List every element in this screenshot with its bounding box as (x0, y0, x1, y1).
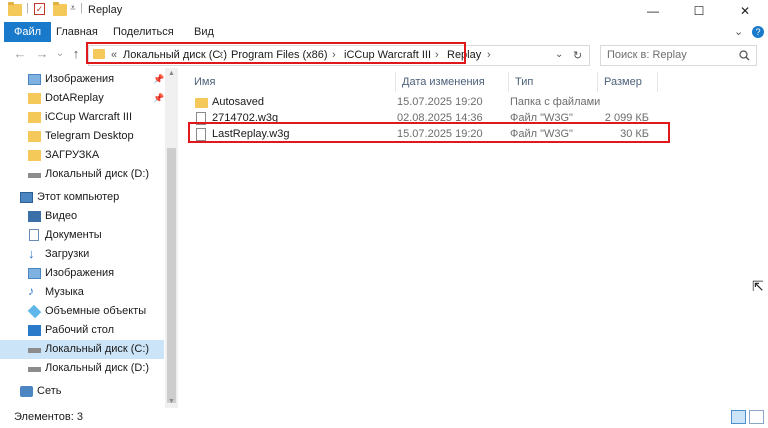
folder-icon (195, 98, 208, 108)
pictures-icon (28, 268, 41, 279)
table-row[interactable]: Autosaved 15.07.2025 19:20 Папка с файла… (190, 94, 655, 111)
column-header-date[interactable]: Дата изменения (396, 72, 509, 92)
scroll-down-icon[interactable]: ▼ (165, 396, 178, 408)
nav-item-documents[interactable]: Документы (0, 226, 164, 245)
file-list: Имя Дата изменения Тип Размер Autosaved … (180, 68, 768, 408)
mouse-cursor-icon: ⇱ (752, 278, 764, 294)
computer-icon (20, 192, 33, 203)
folder-icon (28, 131, 41, 142)
documents-icon (29, 229, 39, 241)
back-button[interactable]: ← (12, 46, 28, 61)
column-header-type[interactable]: Тип (509, 72, 598, 92)
downloads-icon: ↓ (28, 246, 35, 261)
file-type: Папка с файлами (510, 96, 601, 108)
drive-icon (28, 173, 41, 178)
nav-item-downloads[interactable]: ↓ Загрузки (0, 245, 164, 264)
folder-icon (8, 2, 22, 16)
forward-button[interactable]: → (34, 46, 50, 61)
file-name: Autosaved (212, 96, 264, 108)
drive-icon (28, 348, 41, 353)
desktop-icon (28, 325, 41, 336)
tab-view[interactable]: Вид (184, 22, 224, 42)
large-icons-view-icon[interactable] (749, 410, 764, 424)
item-count: Элементов: 3 (14, 411, 83, 423)
nav-item-dotareplay[interactable]: DotAReplay 📌 (0, 89, 164, 108)
separator: | (26, 2, 29, 14)
folder-icon (28, 93, 41, 104)
nav-item-network[interactable]: Сеть (0, 382, 164, 401)
search-icon[interactable] (739, 50, 750, 61)
drive-icon (28, 367, 41, 372)
nav-item-telegram-desktop[interactable]: Telegram Desktop (0, 127, 164, 146)
file-date: 15.07.2025 19:20 (397, 96, 483, 108)
pin-icon[interactable]: 📌 (153, 89, 164, 108)
recent-locations-icon[interactable]: ⌄ (52, 48, 68, 59)
search-box[interactable]: Поиск в: Replay (600, 45, 757, 66)
tab-file[interactable]: Файл (4, 22, 52, 42)
file-annotation-box (188, 122, 670, 143)
refresh-icon[interactable]: ↻ (573, 49, 582, 62)
up-button[interactable]: ↑ (68, 46, 84, 61)
close-button[interactable]: ✕ (722, 0, 768, 22)
help-icon[interactable]: ? (752, 26, 764, 38)
pin-icon[interactable]: 📌 (153, 70, 164, 89)
properties-icon[interactable]: ✓ (34, 3, 45, 15)
navigation-pane: Изображения 📌 DotAReplay 📌 iCCup Warcraf… (0, 68, 178, 408)
qat-customize-icon[interactable]: ⩡ (70, 3, 76, 14)
separator: | (80, 2, 83, 14)
nav-item-this-pc[interactable]: Этот компьютер (0, 188, 164, 207)
tab-home[interactable]: Главная (46, 22, 108, 42)
folder-icon (28, 150, 41, 161)
maximize-button[interactable]: ☐ (676, 0, 722, 22)
address-annotation-box (86, 42, 466, 64)
nav-item-drive-d-2[interactable]: Локальный диск (D:) (0, 359, 164, 378)
nav-item-iccup[interactable]: iCCup Warcraft III (0, 108, 164, 127)
breadcrumb-separator[interactable]: › (487, 49, 491, 61)
address-dropdown-icon[interactable]: ⌄ (555, 49, 563, 60)
nav-item-zagruzka[interactable]: ЗАГРУЗКА (0, 146, 164, 165)
search-input[interactable]: Поиск в: Replay (607, 49, 687, 61)
tab-share[interactable]: Поделиться (103, 22, 184, 42)
music-icon: ♪ (28, 284, 34, 298)
nav-item-desktop[interactable]: Рабочий стол (0, 321, 164, 340)
status-bar: Элементов: 3 (0, 408, 768, 428)
nav-item-drive-d[interactable]: Локальный диск (D:) (0, 165, 164, 184)
nav-item-pictures[interactable]: Изображения (0, 264, 164, 283)
ribbon-tabs: Файл Главная Поделиться Вид ⌄ ? (0, 22, 768, 43)
pictures-icon (28, 74, 41, 85)
folder-icon (28, 112, 41, 123)
network-icon (20, 386, 33, 397)
nav-item-music[interactable]: ♪ Музыка (0, 283, 164, 302)
nav-item-3d-objects[interactable]: Объемные объекты (0, 302, 164, 321)
scroll-up-icon[interactable]: ▲ (165, 68, 178, 80)
column-header-size[interactable]: Размер (598, 72, 658, 92)
3d-objects-icon (27, 304, 42, 319)
title-bar: | ✓ ⩡ | Replay — ☐ ✕ (0, 0, 768, 22)
window-title: Replay (88, 4, 123, 16)
new-folder-icon[interactable] (53, 2, 67, 16)
ribbon-collapse-icon[interactable]: ⌄ (734, 25, 743, 38)
nav-scrollbar-thumb[interactable] (167, 148, 176, 403)
nav-item-video[interactable]: Видео (0, 207, 164, 226)
nav-item-pictures-pinned[interactable]: Изображения 📌 (0, 70, 164, 89)
details-view-icon[interactable] (731, 410, 746, 424)
minimize-button[interactable]: — (630, 0, 676, 22)
video-icon (28, 211, 41, 222)
column-header-name[interactable]: Имя (188, 72, 396, 92)
nav-item-drive-c[interactable]: Локальный диск (C:) (0, 340, 164, 359)
